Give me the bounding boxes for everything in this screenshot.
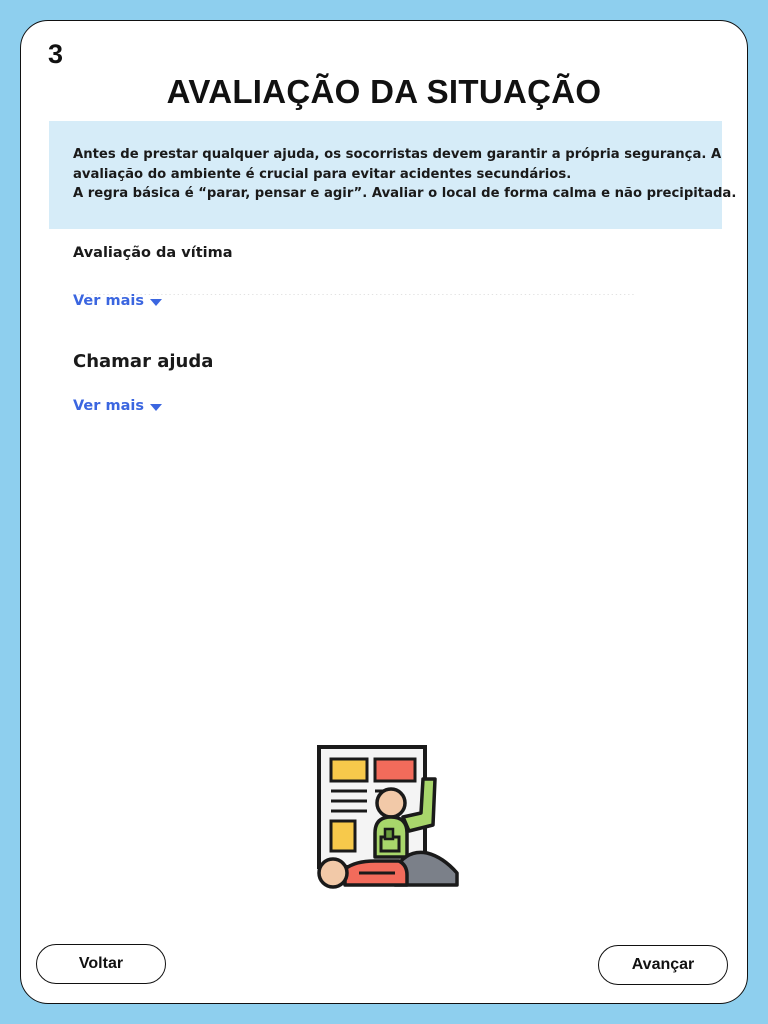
- ver-mais-button-avaliacao-vitima[interactable]: Ver mais: [73, 293, 162, 309]
- ver-mais-label: Ver mais: [73, 293, 144, 309]
- cpr-rescue-icon: [317, 745, 459, 889]
- ver-mais-label: Ver mais: [73, 398, 144, 414]
- page-title: AVALIAÇÃO DA SITUAÇÃO: [166, 73, 602, 110]
- intro-line: Antes de prestar qualquer ajuda, os soco…: [73, 147, 722, 162]
- intro-box: Antes de prestar qualquer ajuda, os soco…: [49, 121, 737, 229]
- intro-line: avaliação do ambiente é crucial para evi…: [73, 166, 572, 182]
- collapsed-content-preview: ........................................…: [73, 285, 635, 295]
- chevron-down-icon: [149, 403, 162, 411]
- section-title-avaliacao-vitima: Avaliação da vítima: [73, 245, 233, 261]
- step-card: 3 AVALIAÇÃO DA SITUAÇÃO Antes de prestar…: [20, 20, 748, 1004]
- chevron-down-icon: [149, 298, 162, 306]
- ver-mais-button-chamar-ajuda[interactable]: Ver mais: [73, 398, 162, 414]
- section-title-chamar-ajuda: Chamar ajuda: [73, 351, 214, 372]
- next-button[interactable]: Avançar: [598, 945, 728, 985]
- back-button[interactable]: Voltar: [36, 944, 166, 984]
- step-number: 3: [48, 39, 64, 69]
- intro-line: A regra básica é “parar, pensar e agir”.…: [73, 186, 737, 201]
